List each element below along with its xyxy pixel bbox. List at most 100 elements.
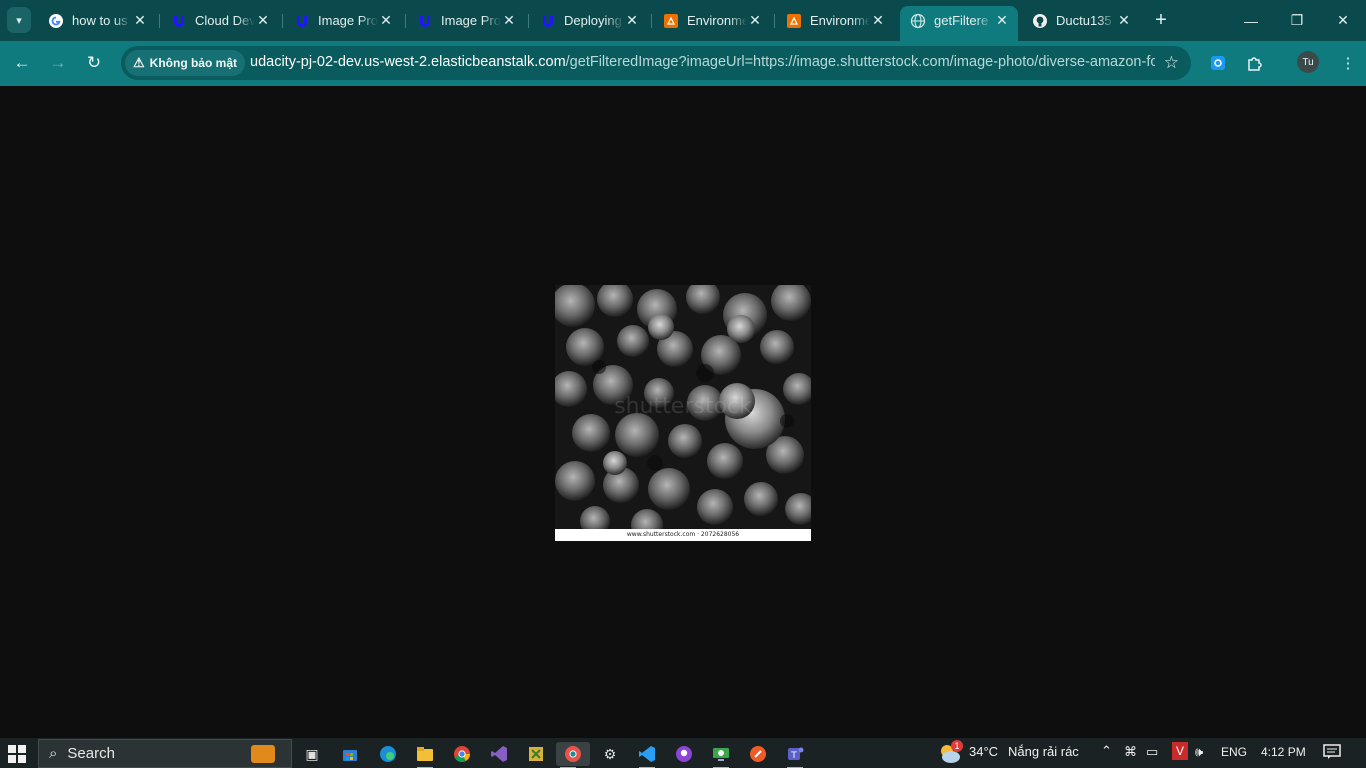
weather-text: Nắng rải rác bbox=[1008, 744, 1079, 759]
tab-separator bbox=[651, 14, 652, 28]
address-bar[interactable]: ⚠ Không bảo mật udacity-pj-02-dev.us-wes… bbox=[121, 46, 1191, 80]
minimize-icon: — bbox=[1244, 12, 1258, 29]
chevron-down-icon: ▾ bbox=[16, 14, 22, 27]
close-icon[interactable]: ✕ bbox=[994, 12, 1010, 29]
tab-title: Image Pro bbox=[441, 13, 501, 28]
security-status-label: Không bảo mật bbox=[149, 56, 237, 70]
udacity-icon bbox=[540, 13, 556, 29]
close-icon[interactable]: ✕ bbox=[255, 12, 271, 29]
new-tab-button[interactable]: + bbox=[1150, 9, 1172, 31]
close-icon[interactable]: ✕ bbox=[378, 12, 394, 29]
tab-title: Ductu135 bbox=[1056, 13, 1112, 28]
tab-8[interactable]: Ductu135 ✕ bbox=[1022, 6, 1140, 35]
visual-studio-icon[interactable] bbox=[487, 742, 511, 766]
tab-0[interactable]: how to us ✕ bbox=[38, 6, 156, 35]
briefcase-icon bbox=[251, 745, 275, 763]
search-icon: ⌕ bbox=[49, 745, 58, 762]
extension-icon[interactable] bbox=[1206, 51, 1230, 75]
tab-title: Cloud Dev bbox=[195, 13, 255, 28]
weather-badge: 1 bbox=[951, 740, 963, 752]
tab-4[interactable]: Deploying ✕ bbox=[530, 6, 648, 35]
weather-widget[interactable]: 1 bbox=[937, 740, 963, 768]
close-icon[interactable]: ✕ bbox=[501, 12, 517, 29]
watermark-text: shutterstock bbox=[614, 394, 752, 419]
image-caption: www.shutterstock.com · 2072628056 bbox=[626, 531, 740, 538]
vivaldi-tray-icon[interactable]: V bbox=[1172, 742, 1188, 760]
tab-separator bbox=[774, 14, 775, 28]
google-icon bbox=[48, 13, 64, 29]
arrow-left-icon: ← bbox=[13, 53, 31, 72]
tab-7-active[interactable]: getFiltere ✕ bbox=[900, 6, 1018, 41]
close-icon[interactable]: ✕ bbox=[870, 12, 886, 29]
restore-button[interactable]: ❐ bbox=[1274, 0, 1320, 41]
vscode-icon[interactable] bbox=[635, 742, 659, 768]
url-host: udacity-pj-02-dev.us-west-2.elasticbeans… bbox=[250, 54, 566, 70]
battery-icon[interactable]: ▭ bbox=[1146, 744, 1158, 760]
chevron-up-icon[interactable]: ⌃ bbox=[1101, 743, 1112, 759]
tab-title: Environme bbox=[687, 13, 747, 28]
url-text[interactable]: udacity-pj-02-dev.us-west-2.elasticbeans… bbox=[250, 54, 1155, 70]
notifications-icon[interactable] bbox=[1323, 744, 1343, 762]
browser-window: ▾ how to us ✕ Cloud Dev ✕ Image Pro ✕ Im… bbox=[0, 0, 1366, 768]
reload-button[interactable]: ↻ bbox=[80, 49, 108, 77]
reload-icon: ↻ bbox=[86, 53, 102, 72]
file-explorer-icon[interactable] bbox=[413, 742, 437, 768]
tab-search-button[interactable]: ▾ bbox=[7, 7, 31, 33]
tab-6[interactable]: Environme ✕ bbox=[776, 6, 894, 35]
close-icon[interactable]: ✕ bbox=[747, 12, 763, 29]
tab-separator bbox=[405, 14, 406, 28]
store-icon[interactable] bbox=[338, 742, 362, 766]
tab-separator bbox=[159, 14, 160, 28]
udacity-icon bbox=[294, 13, 310, 29]
bookmark-star-icon[interactable]: ☆ bbox=[1164, 53, 1179, 73]
chrome-icon[interactable] bbox=[450, 742, 474, 766]
github-icon bbox=[1032, 13, 1048, 29]
tab-2[interactable]: Image Pro ✕ bbox=[284, 6, 402, 35]
settings-gear-icon[interactable]: ⚙ bbox=[598, 742, 622, 766]
close-icon[interactable]: ✕ bbox=[1116, 12, 1132, 29]
page-viewport: shutterstock www.shutterstock.com · 2072… bbox=[0, 86, 1366, 738]
teams-icon[interactable]: T bbox=[783, 742, 807, 768]
language-indicator[interactable]: ENG bbox=[1221, 745, 1247, 759]
camera-icon[interactable]: ⌘ bbox=[1124, 744, 1137, 760]
more-menu-icon[interactable]: ⋮ bbox=[1336, 51, 1360, 75]
close-icon[interactable]: ✕ bbox=[624, 12, 640, 29]
speaker-icon[interactable]: 🕪 bbox=[1195, 744, 1203, 760]
tab-1[interactable]: Cloud Dev ✕ bbox=[161, 6, 279, 35]
tab-strip: ▾ how to us ✕ Cloud Dev ✕ Image Pro ✕ Im… bbox=[0, 0, 1366, 41]
clock[interactable]: 4:12 PM bbox=[1261, 745, 1306, 759]
remote-desktop-icon[interactable] bbox=[709, 742, 733, 768]
tab-separator bbox=[528, 14, 529, 28]
warning-triangle-icon: ⚠ bbox=[133, 55, 145, 70]
tab-title: how to us bbox=[72, 13, 128, 28]
tab-title: getFiltere bbox=[934, 13, 989, 28]
tab-3[interactable]: Image Pro ✕ bbox=[407, 6, 525, 35]
udacity-icon bbox=[171, 13, 187, 29]
minimize-button[interactable]: — bbox=[1228, 0, 1274, 41]
filtered-image: shutterstock www.shutterstock.com · 2072… bbox=[555, 285, 811, 541]
extensions-puzzle-icon[interactable] bbox=[1243, 51, 1267, 75]
back-button[interactable]: ← bbox=[8, 49, 36, 77]
arrow-right-icon: → bbox=[49, 53, 67, 72]
profile-avatar[interactable]: Tu bbox=[1297, 51, 1319, 73]
close-window-button[interactable]: ✕ bbox=[1320, 0, 1366, 41]
forward-button[interactable]: → bbox=[44, 49, 72, 77]
site-info-chip[interactable]: ⚠ Không bảo mật bbox=[125, 50, 245, 76]
tab-separator bbox=[282, 14, 283, 28]
taskbar-search[interactable]: ⌕ Search bbox=[38, 739, 292, 768]
chrome-teal-icon[interactable] bbox=[556, 742, 590, 768]
windows-start-icon[interactable] bbox=[8, 745, 26, 763]
github-desktop-icon[interactable] bbox=[672, 742, 696, 766]
forest-photo: shutterstock bbox=[555, 285, 811, 529]
task-view-icon[interactable]: ▣ bbox=[300, 742, 324, 766]
tab-title: Deploying bbox=[564, 13, 622, 28]
svg-text:T: T bbox=[790, 751, 797, 761]
postman-icon[interactable] bbox=[746, 742, 770, 766]
app-yellow-icon[interactable] bbox=[524, 742, 548, 766]
tab-5[interactable]: Environme ✕ bbox=[653, 6, 771, 35]
close-icon[interactable]: ✕ bbox=[132, 12, 148, 29]
edge-icon[interactable] bbox=[376, 742, 400, 766]
browser-toolbar: ← → ↻ ⚠ Không bảo mật udacity-pj-02-dev.… bbox=[0, 41, 1366, 86]
aws-beanstalk-icon bbox=[786, 13, 802, 29]
globe-icon bbox=[910, 13, 926, 29]
